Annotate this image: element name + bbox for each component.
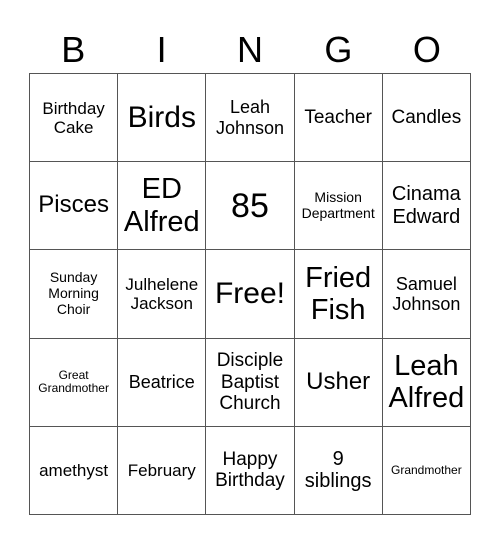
header-letter-o: O: [412, 29, 441, 70]
bingo-cell[interactable]: Samuel Johnson: [381, 249, 471, 339]
bingo-cell[interactable]: amethyst: [28, 425, 119, 515]
bingo-cell[interactable]: ED Alfred: [117, 161, 207, 251]
header-letter-i: I: [156, 29, 167, 70]
bingo-card: Birthday Cake Birds Leah Johnson Teacher…: [28, 72, 471, 515]
bingo-cell[interactable]: Mission Department: [293, 161, 383, 251]
free-space[interactable]: Free!: [205, 249, 295, 339]
bingo-cell[interactable]: Leah Johnson: [205, 72, 295, 163]
bingo-cell[interactable]: Teacher: [293, 72, 383, 163]
bingo-cell[interactable]: 9 siblings: [293, 425, 383, 515]
bingo-row: amethyst February Happy Birthday 9 sibli…: [28, 425, 471, 515]
bingo-cell[interactable]: Usher: [293, 337, 383, 427]
header-letter-g: G: [324, 29, 353, 70]
bingo-header: B I N G O: [29, 28, 471, 72]
header-letter-n: N: [237, 29, 264, 70]
bingo-cell[interactable]: Beatrice: [117, 337, 207, 427]
bingo-cell[interactable]: Birds: [117, 72, 207, 163]
bingo-cell[interactable]: Candles: [381, 72, 471, 163]
bingo-cell[interactable]: Birthday Cake: [28, 72, 119, 163]
bingo-cell[interactable]: Sunday Morning Choir: [28, 249, 119, 339]
bingo-cell[interactable]: Great Grandmother: [28, 337, 119, 427]
bingo-row: Great Grandmother Beatrice Disciple Bapt…: [28, 337, 471, 427]
bingo-cell[interactable]: Julhelene Jackson: [117, 249, 207, 339]
bingo-cell[interactable]: Happy Birthday: [205, 425, 295, 515]
header-letter-b: B: [61, 29, 86, 70]
bingo-cell[interactable]: Leah Alfred: [381, 337, 471, 427]
bingo-row: Sunday Morning Choir Julhelene Jackson F…: [28, 249, 471, 339]
bingo-cell[interactable]: 85: [205, 161, 295, 251]
bingo-row: Birthday Cake Birds Leah Johnson Teacher…: [28, 72, 471, 163]
bingo-cell[interactable]: Grandmother: [381, 425, 471, 515]
bingo-cell[interactable]: Cinama Edward: [381, 161, 471, 251]
bingo-row: Pisces ED Alfred 85 Mission Department C…: [28, 161, 471, 251]
bingo-cell[interactable]: Disciple Baptist Church: [205, 337, 295, 427]
bingo-cell[interactable]: February: [117, 425, 207, 515]
bingo-cell[interactable]: Fried Fish: [293, 249, 383, 339]
bingo-cell[interactable]: Pisces: [28, 161, 119, 251]
